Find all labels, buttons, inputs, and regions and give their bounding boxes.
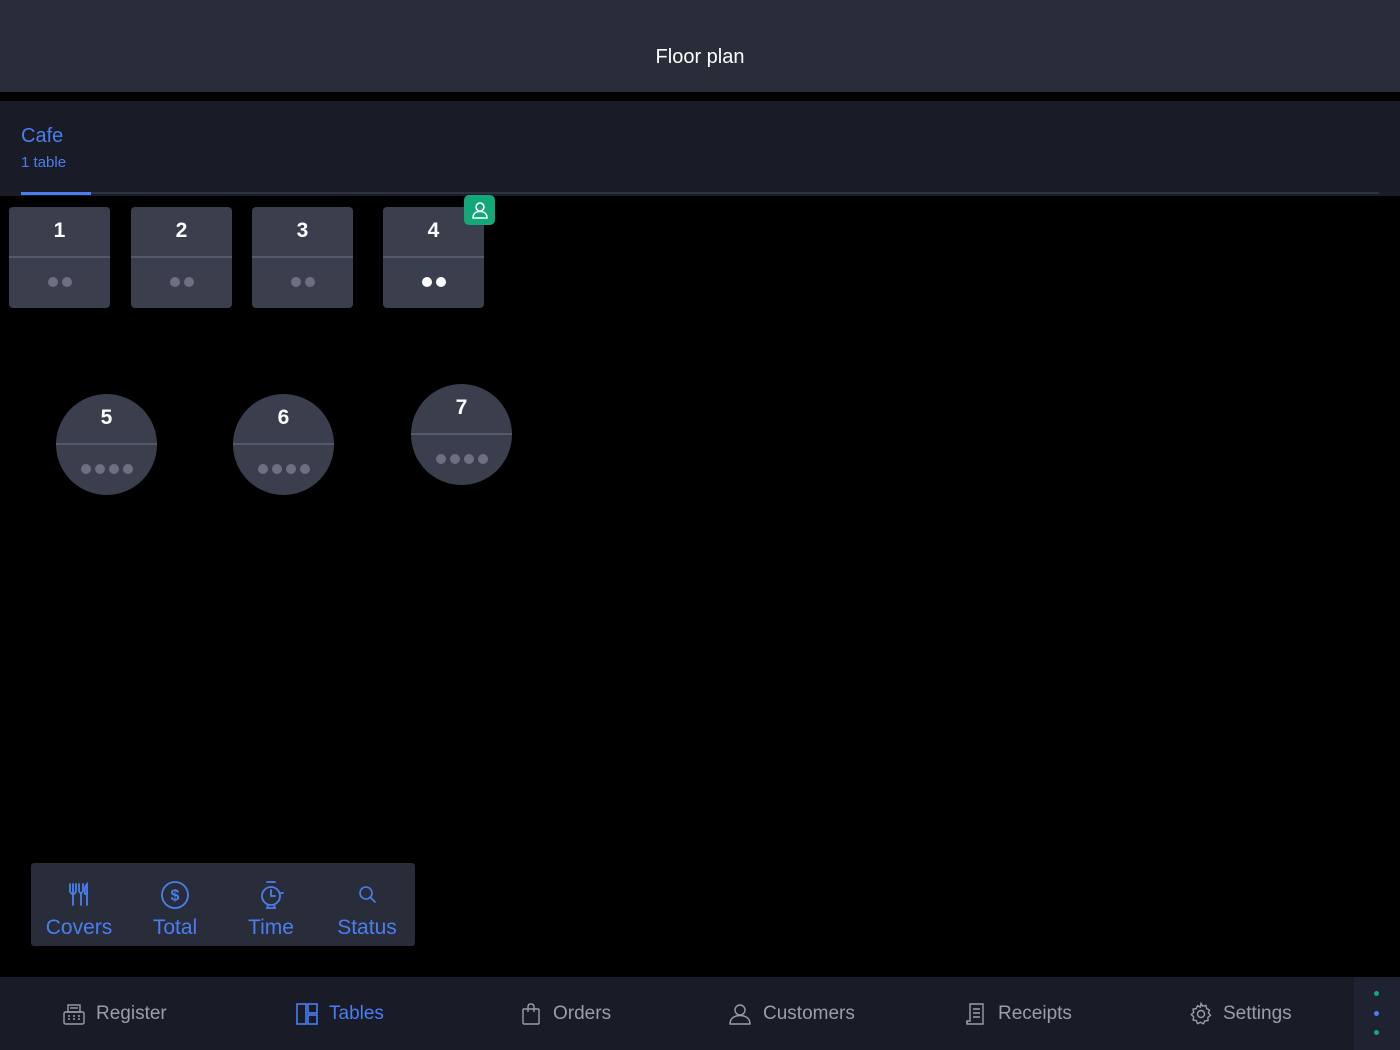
tab-tables[interactable]: Tables — [295, 977, 384, 1050]
table-number: 3 — [296, 219, 309, 242]
grid-icon — [295, 1002, 319, 1026]
time-label: Time — [248, 916, 294, 939]
cash-register-icon — [62, 1002, 86, 1026]
table-divider — [233, 443, 334, 445]
table-divider — [9, 256, 110, 258]
table-divider — [56, 443, 157, 445]
seat-indicators — [252, 277, 353, 287]
tab-register[interactable]: Register — [62, 977, 167, 1050]
table-number: 5 — [100, 406, 113, 429]
table-divider — [252, 256, 353, 258]
top-nav-bar: Floor plan — [0, 0, 1400, 92]
more-menu-button[interactable] — [1354, 977, 1400, 1050]
tab-receipts-label: Receipts — [998, 1002, 1072, 1024]
table-number: 7 — [455, 396, 468, 419]
person-icon — [727, 1002, 753, 1026]
tab-register-label: Register — [96, 1002, 167, 1024]
search-icon — [319, 880, 415, 910]
tab-settings-label: Settings — [1223, 1002, 1292, 1024]
covers-label: Covers — [45, 916, 113, 939]
area-tab-indicator — [21, 192, 91, 195]
bag-icon — [519, 1002, 543, 1026]
table-2[interactable]: 2 — [131, 207, 232, 308]
status-button[interactable]: Status — [319, 863, 415, 946]
table-5[interactable]: 5 — [56, 394, 157, 495]
tab-customers-label: Customers — [763, 1002, 855, 1024]
seat-indicators — [411, 454, 512, 464]
table-number: 6 — [277, 406, 290, 429]
total-button[interactable]: $ Total — [127, 863, 223, 946]
total-label: Total — [152, 916, 198, 939]
table-1[interactable]: 1 — [9, 207, 110, 308]
svg-text:$: $ — [171, 888, 180, 905]
table-number: 1 — [53, 219, 66, 242]
table-divider — [383, 256, 484, 258]
table-7[interactable]: 7 — [411, 384, 512, 485]
dot-indicator — [1374, 1030, 1379, 1035]
table-6[interactable]: 6 — [233, 394, 334, 495]
guest-badge — [464, 195, 495, 225]
tab-orders[interactable]: Orders — [519, 977, 611, 1050]
table-divider — [411, 433, 512, 435]
bottom-tab-bar: Register Tables Orders Customers Receipt… — [0, 977, 1400, 1050]
area-name: Cafe — [21, 125, 64, 147]
dot-indicator — [1374, 991, 1379, 996]
area-tab-baseline — [21, 192, 1379, 194]
seat-indicators — [9, 277, 110, 287]
table-number: 2 — [175, 219, 188, 242]
tab-receipts[interactable]: Receipts — [964, 977, 1072, 1050]
tab-tables-label: Tables — [329, 1002, 384, 1024]
area-tab-bar: Cafe 1 table — [0, 101, 1400, 196]
table-view-toolbar: Covers $ Total Time Status — [31, 863, 415, 946]
time-button[interactable]: Time — [223, 863, 319, 946]
dollar-circle-icon: $ — [127, 880, 223, 910]
covers-button[interactable]: Covers — [31, 863, 127, 946]
area-table-count: 1 table — [21, 154, 67, 171]
receipt-icon — [964, 1002, 988, 1026]
page-title: Floor plan — [655, 46, 745, 68]
status-label: Status — [337, 916, 397, 939]
seat-indicators — [56, 464, 157, 474]
tab-customers[interactable]: Customers — [727, 977, 855, 1050]
seat-indicators — [383, 277, 484, 287]
tab-settings[interactable]: Settings — [1189, 977, 1292, 1050]
person-icon — [470, 200, 490, 220]
seat-indicators — [131, 277, 232, 287]
gear-icon — [1189, 1001, 1213, 1026]
tab-orders-label: Orders — [553, 1002, 612, 1024]
table-3[interactable]: 3 — [252, 207, 353, 308]
seat-indicators — [233, 464, 334, 474]
area-tab-cafe[interactable]: Cafe 1 table — [21, 125, 91, 171]
stopwatch-icon — [223, 880, 319, 910]
table-divider — [131, 256, 232, 258]
dot-indicator — [1374, 1011, 1379, 1016]
fork-knife-icon — [31, 880, 127, 910]
